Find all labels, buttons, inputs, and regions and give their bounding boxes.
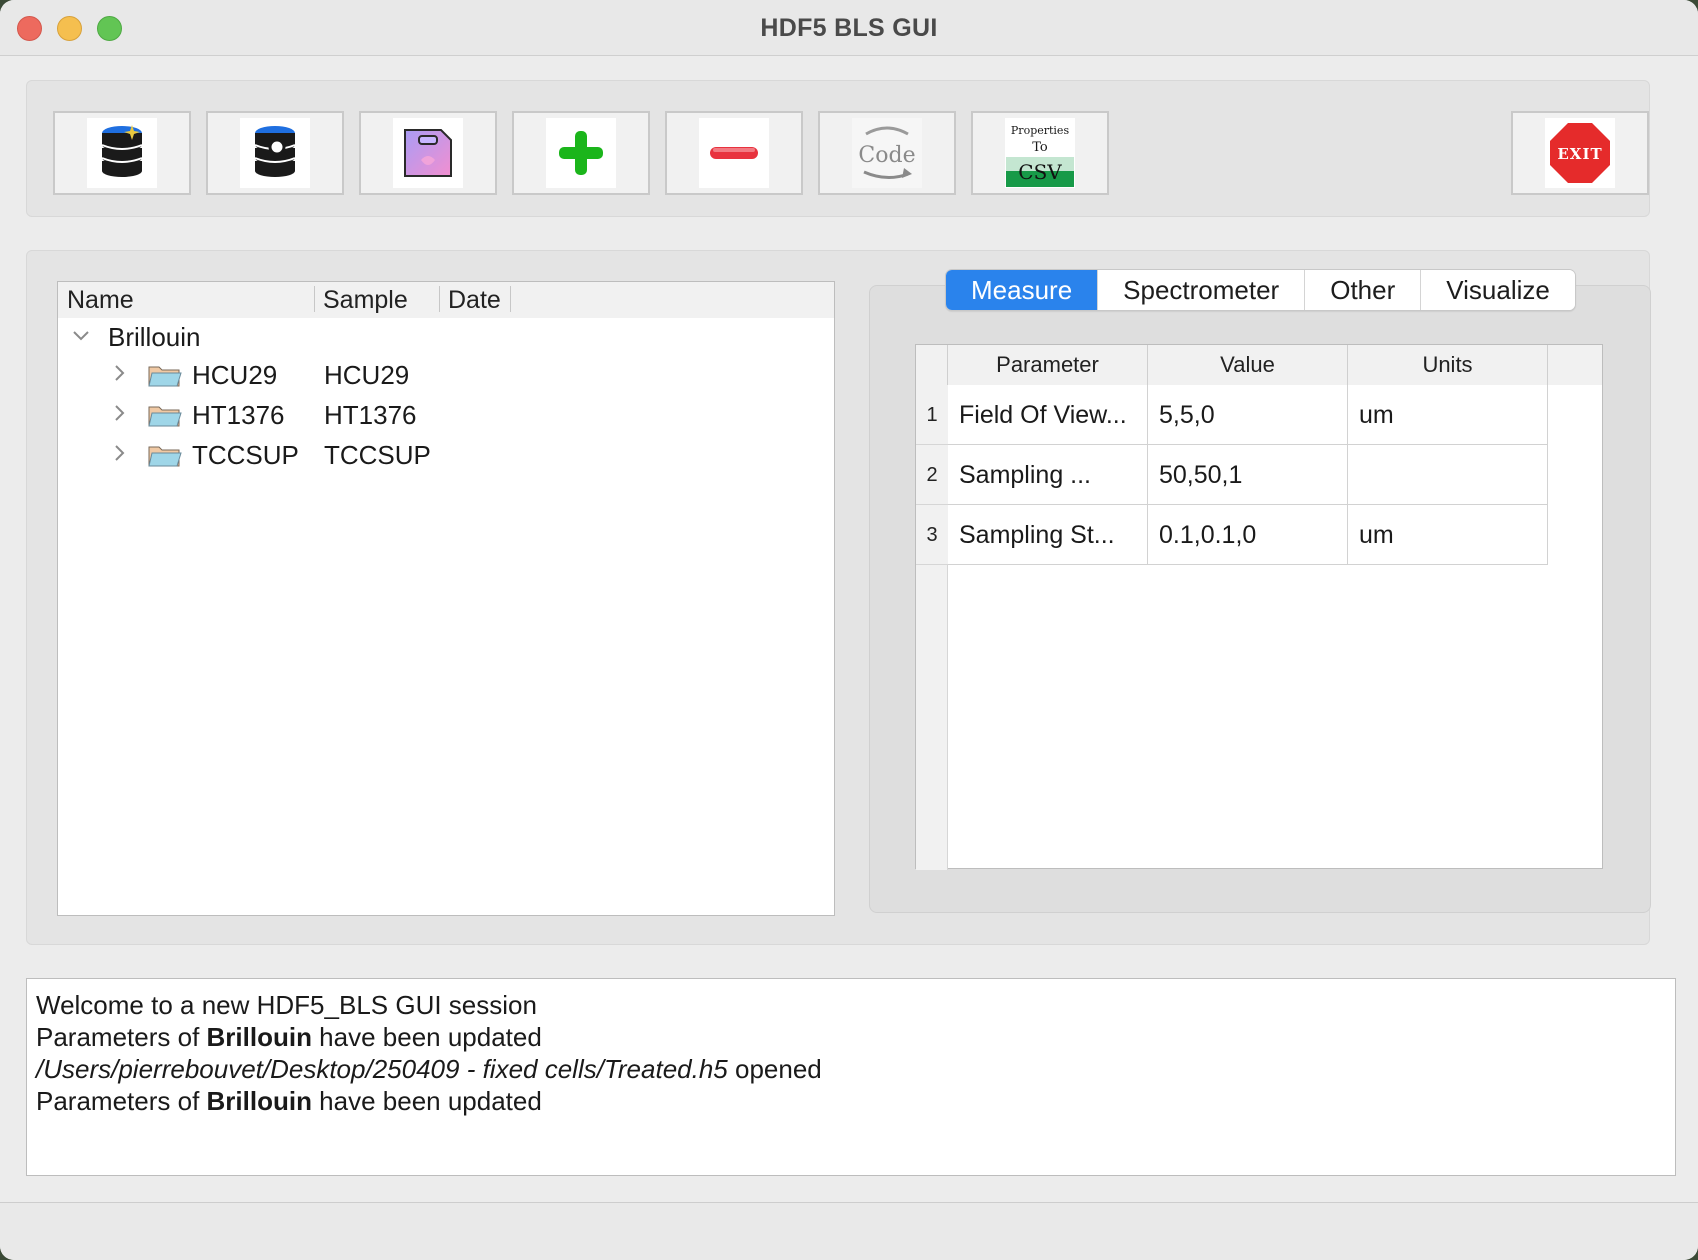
svg-text:To: To [1032, 140, 1048, 155]
column-header-value[interactable]: Value [1148, 345, 1348, 385]
cell-units[interactable] [1348, 445, 1548, 505]
export-code-button[interactable]: Code [818, 111, 956, 195]
cell-units[interactable]: um [1348, 505, 1548, 565]
svg-text:CSV: CSV [1018, 160, 1062, 184]
add-button[interactable] [512, 111, 650, 195]
log-line: Parameters of Brillouin have been update… [36, 1022, 542, 1052]
tab-visualize[interactable]: Visualize [1421, 270, 1575, 310]
column-header-sample[interactable]: Sample [314, 285, 408, 315]
column-header-units[interactable]: Units [1348, 345, 1548, 385]
log-line: Parameters of Brillouin have been update… [36, 1086, 542, 1116]
cell-value[interactable]: 5,5,0 [1148, 385, 1348, 445]
folder-icon [148, 444, 182, 475]
tab-other[interactable]: Other [1305, 270, 1422, 310]
cell-parameter[interactable]: Sampling ... [948, 445, 1148, 505]
svg-text:EXIT: EXIT [1557, 145, 1602, 163]
table-row[interactable]: 3 Sampling St... 0.1,0.1,0 um [916, 505, 1602, 565]
svg-text:Properties: Properties [1011, 124, 1070, 137]
database-search-icon [240, 118, 310, 188]
code-arrow-icon: Code [852, 118, 922, 188]
status-bar [0, 1202, 1698, 1260]
parameters-table[interactable]: Parameter Value Units 1 Field Of View...… [915, 344, 1603, 870]
exit-button[interactable]: EXIT [1511, 111, 1649, 195]
tree-item-ht1376[interactable]: HT1376 HT1376 [58, 396, 834, 436]
cell-units[interactable]: um [1348, 385, 1548, 445]
save-file-button[interactable] [359, 111, 497, 195]
tree-item-sample: HT1376 [324, 400, 417, 430]
exit-stop-icon: EXIT [1545, 118, 1615, 188]
tree-item-label: HT1376 [192, 400, 285, 430]
main-panel: Name Sample Date Brillouin HCU29 HCU29 H… [26, 250, 1651, 945]
row-number[interactable]: 3 [916, 505, 948, 565]
remove-button[interactable] [665, 111, 803, 195]
cell-parameter[interactable]: Field Of View... [948, 385, 1148, 445]
save-bag-icon [393, 118, 463, 188]
tree-item-hcu29[interactable]: HCU29 HCU29 [58, 356, 834, 396]
window-title: HDF5 BLS GUI [760, 14, 938, 42]
chevron-down-icon[interactable] [70, 324, 92, 352]
chevron-right-icon[interactable] [108, 362, 130, 390]
cell-value[interactable]: 0.1,0.1,0 [1148, 505, 1348, 565]
column-header-parameter[interactable]: Parameter [948, 345, 1148, 385]
properties-to-csv-button[interactable]: Properties To CSV [971, 111, 1109, 195]
tree-item-sample: TCCSUP [324, 440, 431, 470]
tree-item-root[interactable]: Brillouin [58, 318, 834, 358]
tab-bar: Measure Spectrometer Other Visualize [945, 269, 1576, 311]
folder-icon [148, 364, 182, 395]
row-number[interactable]: 2 [916, 445, 948, 505]
tree-item-label: HCU29 [192, 360, 278, 390]
row-number[interactable]: 1 [916, 385, 948, 445]
plus-icon [546, 118, 616, 188]
log-line: /Users/pierrebouvet/Desktop/250409 - fix… [36, 1054, 822, 1084]
chevron-right-icon[interactable] [108, 442, 130, 470]
csv-export-icon: Properties To CSV [1005, 118, 1075, 188]
tree-item-label: TCCSUP [192, 440, 299, 470]
toolbar: Code Properties To CSV EXIT [26, 80, 1650, 217]
table-row[interactable]: 2 Sampling ... 50,50,1 [916, 445, 1602, 505]
minus-icon [699, 118, 769, 188]
title-bar: HDF5 BLS GUI [0, 0, 1698, 56]
app-window: HDF5 BLS GUI Code Properties To CSV EXIT… [0, 0, 1698, 1260]
open-file-button[interactable] [206, 111, 344, 195]
tree-item-label: Brillouin [108, 322, 201, 352]
tree-header: Name Sample Date [58, 282, 834, 318]
cell-parameter[interactable]: Sampling St... [948, 505, 1148, 565]
tab-measure[interactable]: Measure [946, 270, 1099, 310]
tree-item-sample: HCU29 [324, 360, 410, 390]
cell-value[interactable]: 50,50,1 [1148, 445, 1348, 505]
tree-item-tccsup[interactable]: TCCSUP TCCSUP [58, 436, 834, 476]
svg-text:Code: Code [858, 143, 915, 168]
log-line: Welcome to a new HDF5_BLS GUI session [36, 990, 537, 1020]
chevron-right-icon[interactable] [108, 402, 130, 430]
table-header: Parameter Value Units [916, 345, 1602, 385]
database-new-icon [87, 118, 157, 188]
file-tree[interactable]: Name Sample Date Brillouin HCU29 HCU29 H… [57, 281, 835, 916]
folder-icon [148, 404, 182, 435]
table-row[interactable]: 1 Field Of View... 5,5,0 um [916, 385, 1602, 445]
new-file-button[interactable] [53, 111, 191, 195]
column-header-name[interactable]: Name [58, 285, 134, 315]
tab-spectrometer[interactable]: Spectrometer [1098, 270, 1306, 310]
table-corner [916, 345, 948, 385]
column-header-date[interactable]: Date [439, 285, 501, 315]
log-console[interactable]: Welcome to a new HDF5_BLS GUI session Pa… [26, 978, 1676, 1176]
